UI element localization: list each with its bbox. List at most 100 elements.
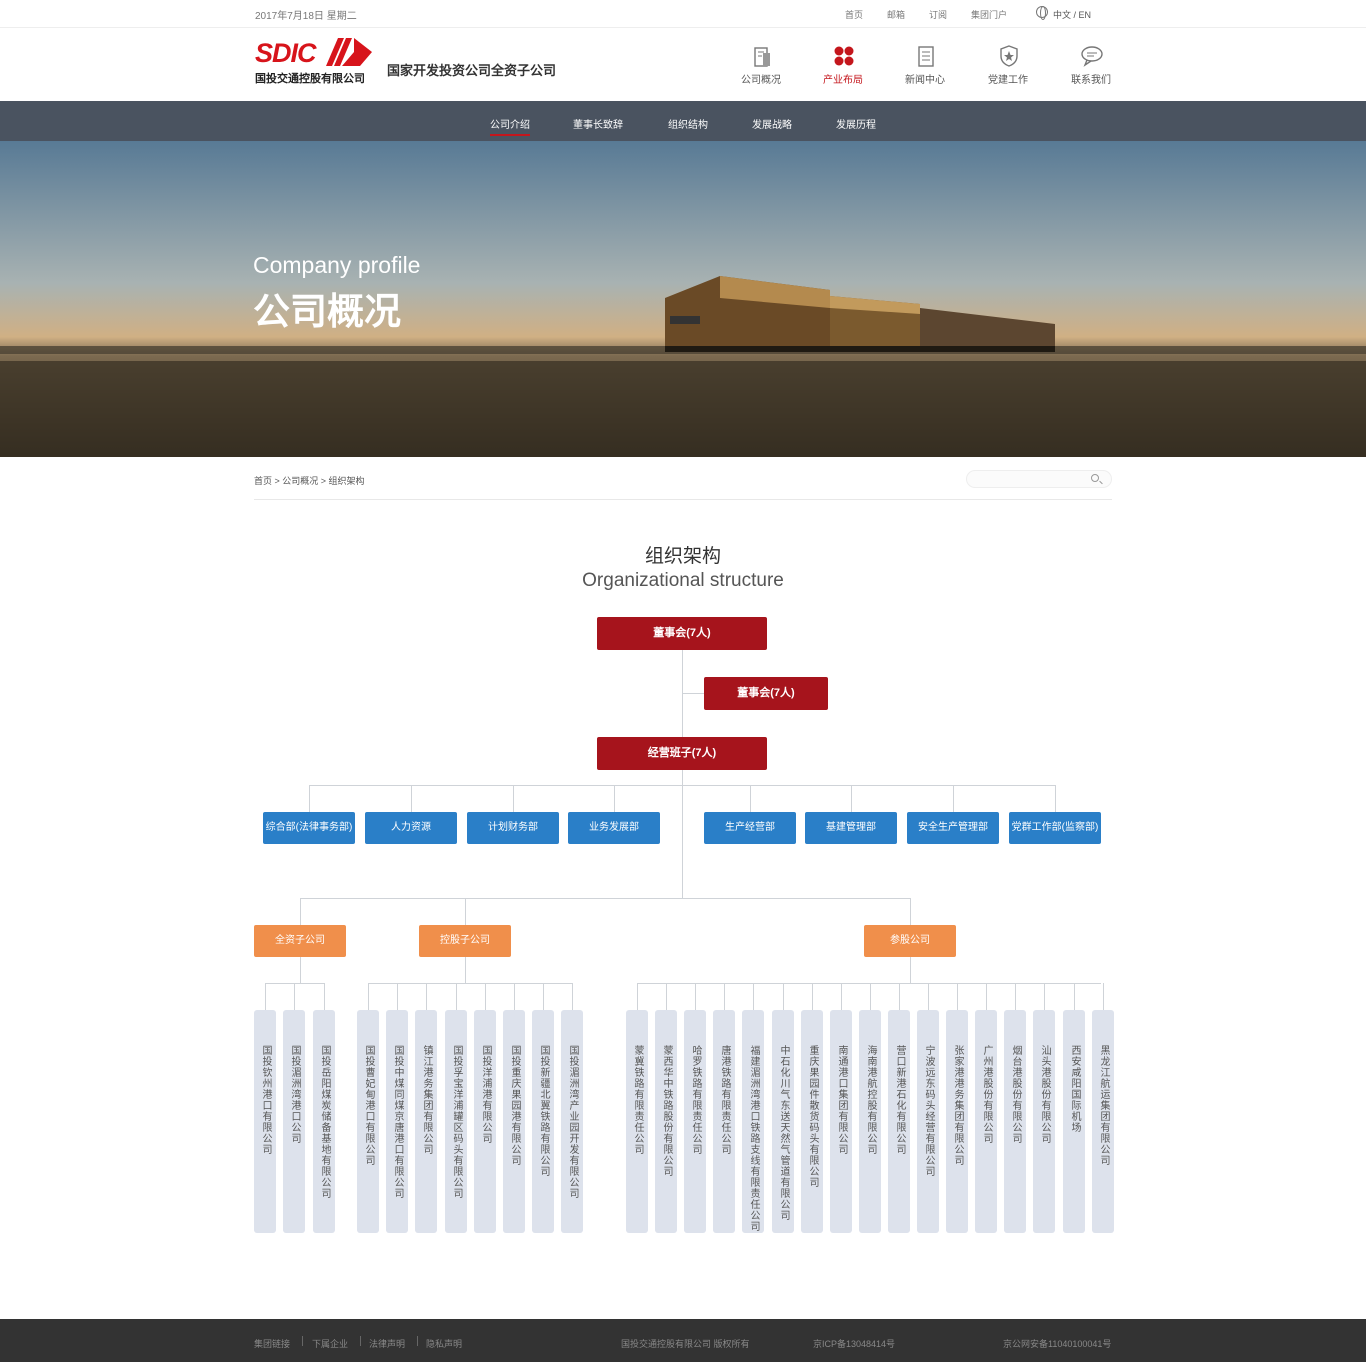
subsidiary-item[interactable]: 宁波远东码头经营有限公司 [917, 1010, 939, 1233]
category-wholly-owned[interactable]: 全资子公司 [254, 925, 346, 957]
company-slogan: 国家开发投资公司全资子公司 [387, 63, 557, 78]
search-input[interactable] [966, 470, 1112, 488]
management-box[interactable]: 经营班子(7人) [597, 737, 767, 770]
department-box[interactable]: 生产经营部 [704, 812, 796, 844]
subsidiary-connector [572, 983, 573, 1010]
current-date: 2017年7月18日 星期二 [255, 11, 357, 22]
subsidiary-connector [1044, 983, 1045, 1010]
top-link-group-portal[interactable]: 集团门户 [971, 8, 1007, 21]
nav-party-building[interactable]: 党建工作 [973, 71, 1043, 86]
top-link-home[interactable]: 首页 [845, 8, 863, 21]
subsidiary-item[interactable]: 蒙西华中铁路股份有限公司 [655, 1010, 677, 1233]
top-utility-bar: 2017年7月18日 星期二 首页 邮箱 订阅 集团门户 中文 / EN [0, 0, 1366, 28]
subsidiary-connector [485, 983, 486, 1010]
subsidiary-item[interactable]: 国投岳阳煤炭储备基地有限公司 [313, 1010, 335, 1233]
subnav-history[interactable]: 发展历程 [836, 116, 876, 131]
department-box[interactable]: 基建管理部 [805, 812, 897, 844]
subsidiary-item[interactable]: 南通港口集团有限公司 [830, 1010, 852, 1233]
top-link-subscribe[interactable]: 订阅 [929, 8, 947, 21]
banner-title-en: Company profile [253, 252, 421, 278]
subsidiary-item[interactable]: 国投湄洲湾产业园开发有限公司 [561, 1010, 583, 1233]
subsidiary-item[interactable]: 营口新港石化有限公司 [888, 1010, 910, 1233]
subsidiary-item[interactable]: 黑龙江航运集团有限公司 [1092, 1010, 1114, 1233]
subsidiary-item[interactable]: 福建湄洲湾港口铁路支线有限责任公司 [742, 1010, 764, 1233]
language-switch[interactable]: 中文 / EN [1053, 8, 1091, 21]
subsidiary-connector [1015, 983, 1016, 1010]
banner-title-cn: 公司概况 [253, 291, 401, 332]
subsidiary-item[interactable]: 哈罗铁路有限责任公司 [684, 1010, 706, 1233]
building-icon [754, 47, 770, 67]
top-link-mail[interactable]: 邮箱 [887, 8, 905, 21]
subsidiary-item[interactable]: 国投新疆北翼铁路有限公司 [532, 1010, 554, 1233]
subsidiary-item[interactable]: 国投重庆果园港有限公司 [503, 1010, 525, 1233]
subsidiary-connector [324, 983, 325, 1010]
subsidiary-item[interactable]: 汕头港股份有限公司 [1033, 1010, 1055, 1233]
subnav-company-intro[interactable]: 公司介绍 [490, 116, 530, 136]
subsidiary-item[interactable]: 张家港港务集团有限公司 [946, 1010, 968, 1233]
subsidiary-item[interactable]: 国投曹妃甸港口有限公司 [357, 1010, 379, 1233]
department-box[interactable]: 党群工作部(监察部) [1009, 812, 1101, 844]
footer-link-subsidiaries[interactable]: 下属企业 [312, 1337, 348, 1350]
subsidiary-connector [986, 983, 987, 1010]
divider [254, 499, 1112, 500]
subsidiary-connector [543, 983, 544, 1010]
category-holding[interactable]: 控股子公司 [419, 925, 511, 957]
subsidiary-item[interactable]: 海南港航控股有限公司 [859, 1010, 881, 1233]
footer-copyright: 国投交通控股有限公司 版权所有 [621, 1339, 750, 1349]
logo[interactable]: SDIC [255, 38, 317, 69]
subsidiary-item[interactable]: 蒙冀铁路有限责任公司 [626, 1010, 648, 1233]
breadcrumb[interactable]: 首页 > 公司概况 > 组织架构 [254, 474, 365, 487]
subsidiary-item[interactable]: 西安咸阳国际机场 [1063, 1010, 1085, 1233]
subsidiary-item[interactable]: 广州港股份有限公司 [975, 1010, 997, 1233]
industry-layout-icon [834, 46, 854, 66]
subsidiary-connector [1103, 983, 1104, 1010]
footer-link-legal[interactable]: 法律声明 [369, 1337, 405, 1350]
subsidiary-connector [666, 983, 667, 1010]
subsidiary-connector [294, 983, 295, 1010]
department-box[interactable]: 安全生产管理部 [907, 812, 999, 844]
subsidiary-item[interactable]: 国投中煤同煤京唐港口有限公司 [386, 1010, 408, 1233]
subsidiary-connector [456, 983, 457, 1010]
subsidiary-item[interactable]: 国投湄洲湾港口公司 [283, 1010, 305, 1233]
nav-contact-us[interactable]: 联系我们 [1056, 71, 1126, 86]
department-box[interactable]: 计划财务部 [467, 812, 559, 844]
subsidiary-item[interactable]: 烟台港股份有限公司 [1004, 1010, 1026, 1233]
supervisory-box[interactable]: 董事会(7人) [704, 677, 828, 710]
nav-news-center[interactable]: 新闻中心 [890, 71, 960, 86]
subsidiary-connector [899, 983, 900, 1010]
hero-banner [0, 141, 1366, 457]
subsidiary-item[interactable]: 国投钦州港口有限公司 [254, 1010, 276, 1233]
chat-icon [1081, 46, 1103, 67]
subnav-chairman-speech[interactable]: 董事长致辞 [573, 116, 623, 131]
category-participating[interactable]: 参股公司 [864, 925, 956, 957]
board-box[interactable]: 董事会(7人) [597, 617, 767, 650]
logo-subtitle: 国投交通控股有限公司 [255, 73, 365, 85]
department-box[interactable]: 业务发展部 [568, 812, 660, 844]
search-icon[interactable] [1091, 474, 1099, 482]
footer-link-privacy[interactable]: 隐私声明 [426, 1337, 462, 1350]
subsidiary-item[interactable]: 国投孚宝洋浦罐区码头有限公司 [445, 1010, 467, 1233]
subsidiary-connector [265, 983, 266, 1010]
subsidiary-item[interactable]: 国投洋浦港有限公司 [474, 1010, 496, 1233]
subsidiary-item[interactable]: 重庆果园件散货码头有限公司 [801, 1010, 823, 1233]
department-box[interactable]: 综合部(法律事务部) [263, 812, 355, 844]
subsidiary-item[interactable]: 唐港铁路有限责任公司 [713, 1010, 735, 1233]
subsidiary-item[interactable]: 镇江港务集团有限公司 [415, 1010, 437, 1233]
news-icon [918, 46, 934, 67]
subsidiary-connector [841, 983, 842, 1010]
nav-company-overview[interactable]: 公司概况 [726, 71, 796, 86]
subsidiary-item[interactable]: 中石化川气东送天然气管道有限公司 [772, 1010, 794, 1233]
subsidiary-connector [1074, 983, 1075, 1010]
subnav-strategy[interactable]: 发展战略 [752, 116, 792, 131]
subsidiary-connector [368, 983, 369, 1010]
subsidiary-connector [753, 983, 754, 1010]
footer-icp[interactable]: 京ICP备13048414号 [813, 1337, 895, 1350]
nav-industry-layout[interactable]: 产业布局 [808, 71, 878, 86]
department-box[interactable]: 人力资源 [365, 812, 457, 844]
footer-link-group[interactable]: 集团链接 [254, 1337, 290, 1350]
train-image [665, 276, 1055, 352]
section-title-cn: 组织架构 [644, 546, 721, 567]
footer-police-record[interactable]: 京公网安备11040100041号 [1003, 1337, 1111, 1350]
subsidiary-connector [426, 983, 427, 1010]
subnav-organization[interactable]: 组织结构 [668, 116, 708, 131]
